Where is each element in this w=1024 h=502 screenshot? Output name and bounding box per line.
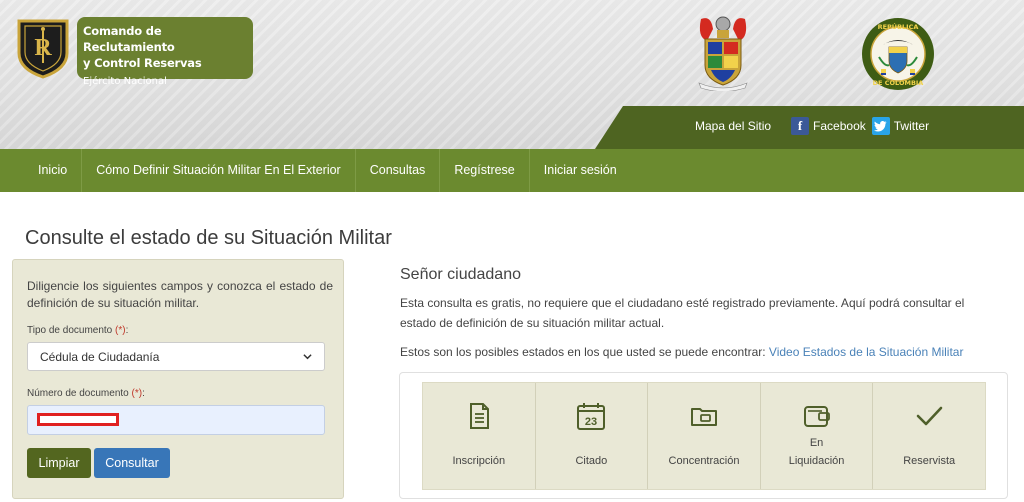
main-nav: Inicio Cómo Definir Situación Militar En… (0, 149, 1024, 192)
calendar-day: 23 (585, 416, 597, 428)
document-icon (469, 403, 489, 429)
sitemap-link[interactable]: Mapa del Sitio (695, 119, 771, 133)
nav-item-situacion-exterior[interactable]: Cómo Definir Situación Militar En El Ext… (82, 149, 356, 192)
states-video-link[interactable]: Video Estados de la Situación Militar (769, 345, 964, 359)
facebook-link[interactable]: f Facebook (791, 117, 866, 135)
doc-number-label-text: Número de documento (27, 388, 129, 399)
doc-number-label: Número de documento (*): (27, 388, 329, 399)
doc-type-label-text: Tipo de documento (27, 325, 113, 336)
form-buttons: Limpiar Consultar (27, 448, 329, 478)
folder-icon (690, 408, 717, 426)
states-intro-text: Estos son los posibles estados en los qu… (400, 345, 766, 359)
state-label: En Liquidación (788, 437, 845, 467)
state-label: Inscripción (452, 455, 506, 467)
doc-number-input[interactable] (27, 405, 325, 435)
state-en-liquidacion[interactable]: En Liquidación (761, 383, 874, 489)
state-inscripcion[interactable]: Inscripción (423, 383, 536, 489)
states-intro: Estos son los posibles estados en los qu… (400, 345, 963, 359)
states-row: Inscripción 23 Citado Concentración En L… (422, 382, 986, 490)
nav-item-consultas[interactable]: Consultas (356, 149, 441, 192)
checkmark-icon (916, 406, 943, 426)
doc-type-value: Cédula de Ciudadanía (40, 349, 160, 364)
state-reservista[interactable]: Reservista (873, 383, 985, 489)
nav-item-registrese[interactable]: Regístrese (440, 149, 530, 192)
label-suffix: : (142, 388, 145, 399)
brand-title-line2: y Control Reservas (83, 56, 202, 70)
brand-subtitle: Ejército Nacional (83, 76, 167, 87)
seal-text-bottom: DE COLOMBIA (873, 79, 924, 87)
twitter-label: Twitter (893, 119, 930, 133)
description-text: Esta consulta es gratis, no requiere que… (400, 296, 965, 330)
twitter-link[interactable]: Twitter (866, 117, 929, 135)
chevron-down-icon (303, 354, 312, 360)
state-citado[interactable]: 23 Citado (536, 383, 649, 489)
facebook-label: Facebook (813, 119, 866, 133)
doc-type-label: Tipo de documento (*): (27, 325, 329, 336)
form-intro: Diligencie los siguientes campos y conoz… (27, 279, 333, 310)
brand-title-box: Comando de Reclutamiento y Control Reser… (77, 17, 253, 87)
site-header: R Comando de Reclutamiento y Control Res… (0, 0, 1024, 149)
redacted-value (37, 413, 119, 426)
coat-of-arms-icon (691, 15, 755, 92)
state-label: Citado (575, 455, 608, 467)
states-card: Inscripción 23 Citado Concentración En L… (399, 372, 1008, 499)
facebook-icon: f (791, 117, 810, 135)
required-mark: (*) (131, 388, 143, 399)
nav-item-inicio[interactable]: Inicio (0, 149, 83, 192)
shield-logo-icon: R (15, 17, 71, 79)
state-label: Concentración (668, 455, 740, 467)
state-concentracion[interactable]: Concentración (648, 383, 761, 489)
calendar-icon: 23 (577, 403, 606, 430)
greeting-heading: Señor ciudadano (400, 266, 521, 283)
submit-button[interactable]: Consultar (94, 448, 170, 478)
label-suffix: : (125, 325, 129, 336)
doc-type-select[interactable]: Cédula de Ciudadanía (27, 342, 325, 371)
brand-title-line1: Comando de Reclutamiento (83, 24, 175, 54)
wallet-icon (803, 406, 830, 427)
clear-button[interactable]: Limpiar (27, 448, 91, 478)
seal-text-top: REPÚBLICA (878, 22, 919, 31)
header-links: Mapa del Sitio f Facebook Twitter (695, 117, 929, 135)
required-mark: (*) (115, 325, 126, 336)
state-label: Reservista (903, 455, 956, 467)
twitter-icon (871, 117, 890, 135)
brand-logo[interactable]: R Comando de Reclutamiento y Control Res… (15, 17, 253, 87)
republic-seal-icon: REPÚBLICA DE COLOMBIA (861, 17, 935, 91)
nav-item-iniciar-sesion[interactable]: Iniciar sesión (530, 149, 631, 192)
query-form: Diligencie los siguientes campos y conoz… (12, 259, 344, 499)
page-title: Consulte el estado de su Situación Milit… (25, 227, 392, 249)
